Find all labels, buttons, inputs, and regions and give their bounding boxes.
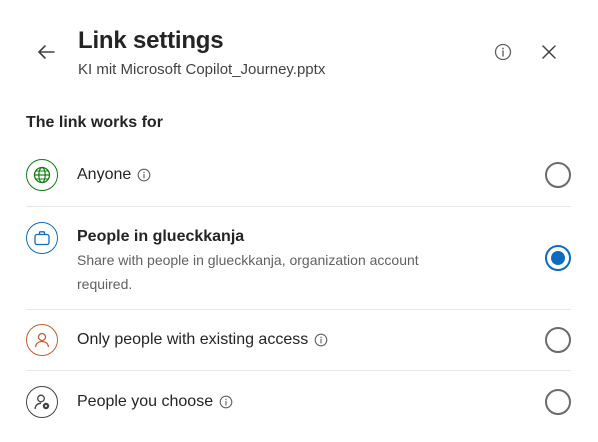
radio-people-in-org[interactable] xyxy=(545,245,571,271)
section-label: The link works for xyxy=(26,114,163,131)
option-anyone-label-group: Anyone xyxy=(77,166,151,184)
option-people-in-org[interactable]: People in glueckkanja Share with people … xyxy=(26,222,571,294)
divider xyxy=(26,309,571,310)
info-icon xyxy=(494,43,512,61)
info-icon[interactable] xyxy=(314,333,328,347)
radio-anyone[interactable] xyxy=(545,162,571,188)
option-description: Share with people in glueckkanja, organi… xyxy=(77,252,419,292)
option-people-you-choose[interactable]: People you choose xyxy=(26,386,571,418)
divider xyxy=(26,206,571,207)
divider xyxy=(26,370,571,371)
info-icon[interactable] xyxy=(219,395,233,409)
briefcase-icon xyxy=(26,222,58,254)
person-icon xyxy=(26,324,58,356)
option-label: People you choose xyxy=(77,393,214,410)
page-title: Link settings xyxy=(78,27,224,54)
close-button[interactable] xyxy=(535,38,563,66)
link-settings-panel: Link settings KI mit Microsoft Copilot_J… xyxy=(0,0,598,442)
info-icon[interactable] xyxy=(137,168,151,182)
option-label: Anyone xyxy=(77,166,132,183)
file-name: KI mit Microsoft Copilot_Journey.pptx xyxy=(78,61,326,78)
radio-existing-access[interactable] xyxy=(545,327,571,353)
radio-people-you-choose[interactable] xyxy=(545,389,571,415)
globe-icon xyxy=(26,159,58,191)
option-existing-access-label-group: Only people with existing access xyxy=(77,331,328,349)
option-label: Only people with existing access xyxy=(77,331,309,348)
option-people-you-choose-label-group: People you choose xyxy=(77,393,233,411)
option-anyone[interactable]: Anyone xyxy=(26,159,571,191)
arrow-left-icon xyxy=(38,45,55,59)
back-button[interactable] xyxy=(32,38,60,66)
radio-selected-dot xyxy=(551,251,565,265)
option-existing-access[interactable]: Only people with existing access xyxy=(26,324,571,356)
info-button[interactable] xyxy=(489,38,517,66)
close-icon xyxy=(542,45,556,59)
option-label: People in glueckkanja xyxy=(77,228,245,245)
person-settings-icon xyxy=(26,386,58,418)
